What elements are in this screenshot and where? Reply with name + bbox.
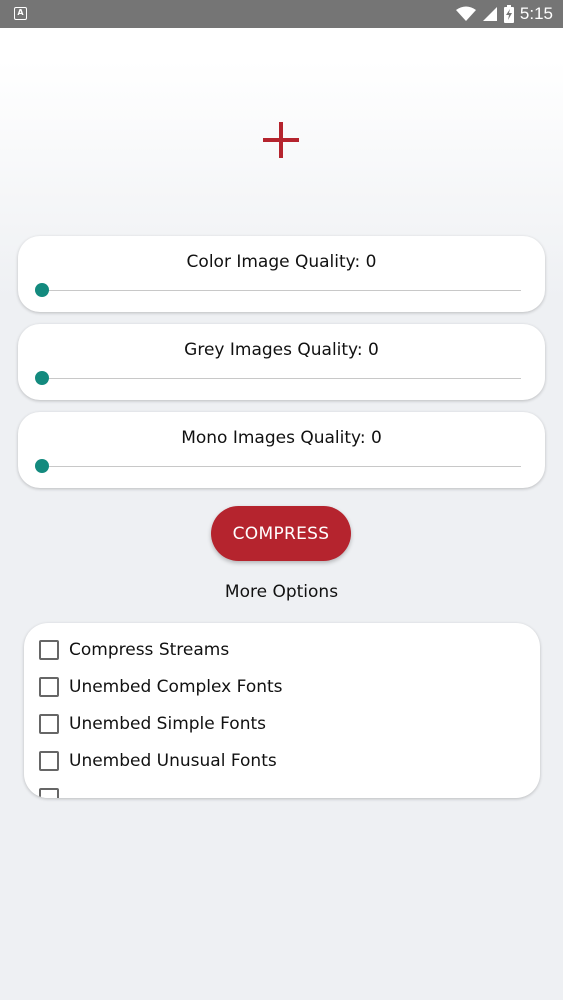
slider-thumb[interactable]	[35, 371, 49, 385]
option-label: Unembed Complex Fonts	[69, 677, 283, 697]
status-bar-right: 5:15	[455, 3, 553, 25]
slider-thumb[interactable]	[35, 283, 49, 297]
option-partially-hidden[interactable]	[39, 786, 59, 798]
status-time: 5:15	[519, 4, 553, 23]
option-label: Compress Streams	[69, 640, 230, 660]
color-quality-label: Color Image Quality: 0	[186, 252, 377, 272]
checkbox[interactable]	[39, 751, 59, 771]
mono-quality-label: Mono Images Quality: 0	[181, 428, 382, 448]
add-file-icon[interactable]	[263, 122, 299, 158]
option-label: Unembed Unusual Fonts	[69, 751, 277, 771]
options-list: Compress Streams Unembed Complex Fonts U…	[24, 623, 540, 798]
grey-quality-slider[interactable]	[35, 371, 521, 385]
checkbox[interactable]	[39, 640, 59, 660]
checkbox[interactable]	[39, 714, 59, 734]
option-unembed-complex-fonts[interactable]: Unembed Complex Fonts	[39, 675, 283, 699]
checkbox[interactable]	[39, 677, 59, 697]
color-quality-card: Color Image Quality: 0	[18, 236, 545, 312]
checkbox[interactable]	[39, 788, 59, 798]
mono-quality-card: Mono Images Quality: 0	[18, 412, 545, 488]
app-notification-icon: A	[14, 7, 27, 20]
more-options-label: More Options	[224, 582, 339, 602]
option-unembed-unusual-fonts[interactable]: Unembed Unusual Fonts	[39, 749, 277, 773]
wifi-icon	[455, 6, 476, 21]
cellular-signal-icon	[482, 7, 497, 21]
mono-quality-slider[interactable]	[35, 459, 521, 473]
option-compress-streams[interactable]: Compress Streams	[39, 638, 229, 662]
grey-quality-label: Grey Images Quality: 0	[184, 340, 379, 360]
compress-button[interactable]: COMPRESS	[211, 506, 351, 561]
slider-thumb[interactable]	[35, 459, 49, 473]
color-quality-slider[interactable]	[35, 283, 521, 297]
grey-quality-card: Grey Images Quality: 0	[18, 324, 545, 400]
battery-charging-icon	[503, 5, 514, 23]
option-label: Unembed Simple Fonts	[69, 714, 267, 734]
status-bar: A 5:15	[0, 0, 563, 28]
option-unembed-simple-fonts[interactable]: Unembed Simple Fonts	[39, 712, 266, 736]
